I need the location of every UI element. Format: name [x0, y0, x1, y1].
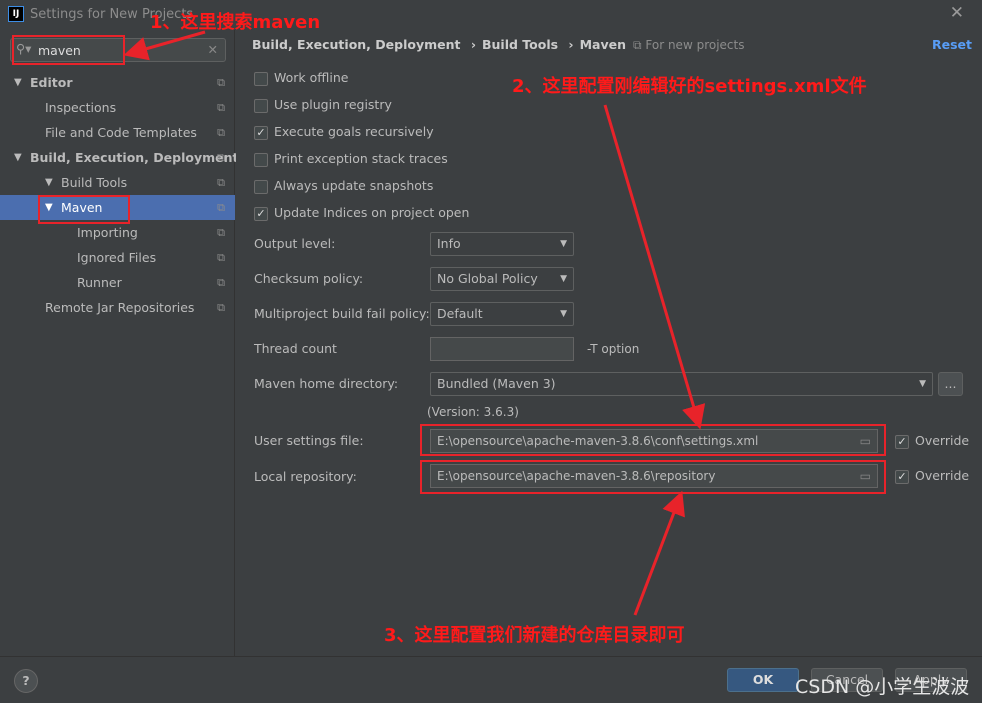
arrow [633, 490, 685, 616]
arrow [123, 30, 206, 61]
annotation-arrows [123, 30, 706, 616]
arrow [603, 104, 706, 430]
